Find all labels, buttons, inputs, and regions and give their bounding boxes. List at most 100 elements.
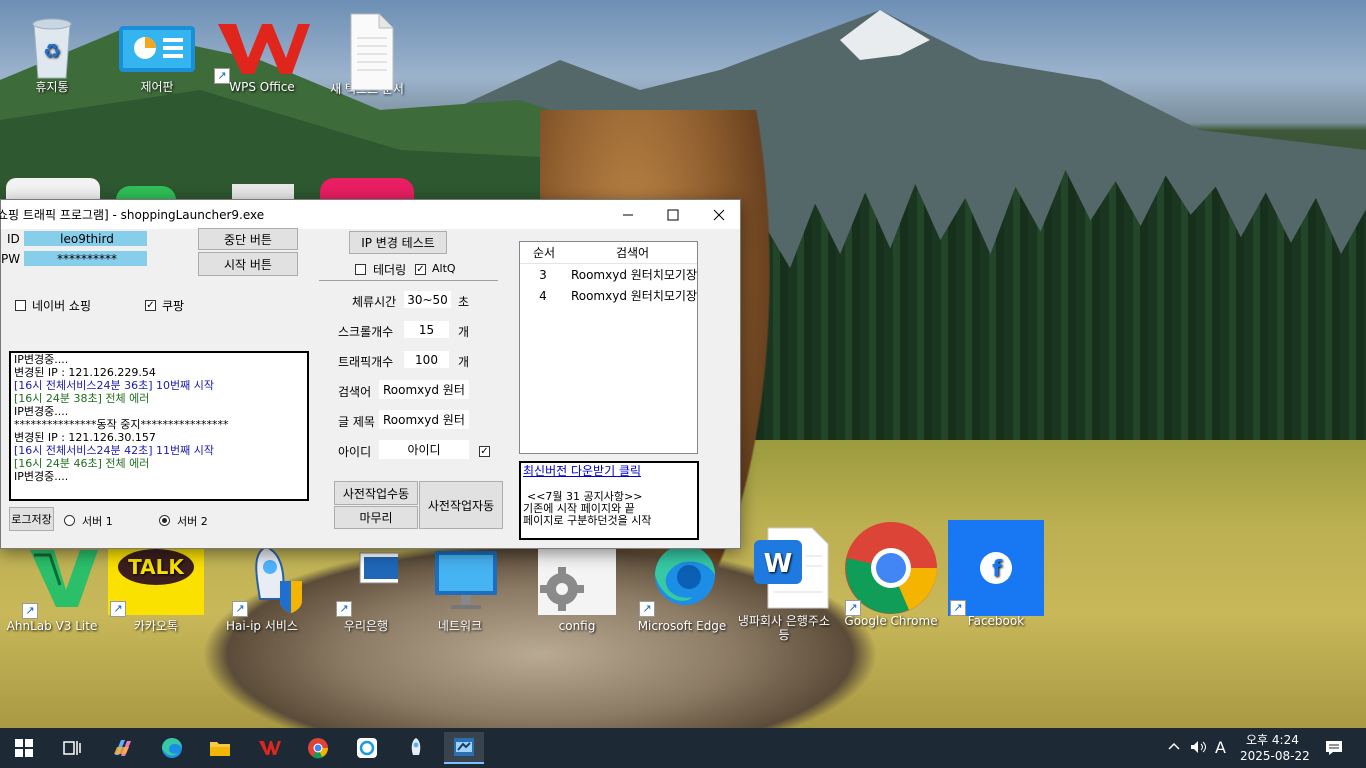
copilot-icon[interactable]	[102, 732, 142, 764]
input-method-indicator[interactable]: A	[1215, 738, 1226, 757]
desktop-icon-recycle-bin[interactable]: ♻ 휴지통	[4, 12, 100, 94]
altq-label: AltQ	[432, 262, 456, 275]
desktop-icon-label: 네트워크	[437, 619, 483, 633]
shopping-launcher-taskbar-icon[interactable]	[444, 732, 484, 764]
list-header: 순서 검색어	[520, 242, 697, 264]
desktop-icon-control-panel[interactable]: 제어판	[109, 12, 205, 94]
desktop-icon-kakaotalk[interactable]: TALK ↗ 카카오톡	[108, 545, 204, 633]
altq-checkbox[interactable]: ✓	[415, 264, 426, 275]
server-2-radio[interactable]	[159, 515, 170, 526]
edge-icon: ↗	[637, 545, 727, 617]
title-bar[interactable]: 쇼핑 트래픽 프로그램] - shoppingLauncher9.exe	[0, 200, 742, 229]
minimize-button[interactable]	[605, 200, 651, 229]
keyword-list[interactable]: 순서 검색어 3 Roomxyd 원터치모기장 4 Roomxyd 원터치모기장	[519, 241, 698, 454]
close-button[interactable]	[696, 200, 742, 229]
log-save-button[interactable]: 로그저장	[9, 507, 54, 531]
tethering-checkbox[interactable]	[355, 264, 366, 275]
id-field[interactable]: leo9third	[24, 231, 147, 246]
desktop-icon-wps-office[interactable]: ↗ WPS Office	[214, 12, 310, 94]
column-header-keyword[interactable]: 검색어	[568, 242, 697, 263]
pre-work-auto-button[interactable]: 사전작업자동	[419, 481, 503, 529]
log-output[interactable]: IP변경중.... 변경된 IP : 121.126.229.54 [16시 전…	[9, 351, 309, 501]
desktop-icon-facebook[interactable]: f ↗ Facebook	[948, 520, 1044, 628]
log-line: [16시 24분 46초] 전체 에러	[14, 457, 150, 470]
desktop-icon-label: config	[558, 619, 596, 633]
desktop-icon-label: AhnLab V3 Lite	[6, 619, 98, 633]
hidden-desktop-icon	[116, 186, 176, 200]
list-item[interactable]: 4 Roomxyd 원터치모기장	[520, 285, 697, 306]
ahnlab-v3-icon: ↗	[20, 545, 98, 619]
log-line: [16시 24분 38초] 전체 에러	[14, 392, 150, 405]
notice-panel: 최신버전 다운받기 클릭 <<7월 31 공지사항>> 기존에 시작 페이지와 …	[519, 461, 699, 540]
account-checkbox[interactable]: ✓	[479, 446, 490, 457]
desktop-icon-config[interactable]: config	[529, 545, 625, 633]
facebook-icon: f ↗	[948, 520, 1044, 616]
traffic-count-unit: 개	[458, 355, 470, 369]
stop-button[interactable]: 중단 버튼	[198, 228, 298, 250]
stay-time-field[interactable]: 30~50	[404, 291, 451, 308]
scroll-count-field[interactable]: 15	[404, 321, 449, 338]
hidden-desktop-icon	[232, 184, 294, 200]
list-item[interactable]: 3 Roomxyd 원터치모기장	[520, 264, 697, 285]
download-latest-link[interactable]: 최신버전 다운받기 클릭	[523, 465, 695, 477]
show-hidden-icons-chevron-icon[interactable]	[1168, 740, 1180, 754]
log-line: [16시 전체서비스24분 36초] 10번째 시작	[14, 379, 214, 392]
start-button[interactable]: 시작 버튼	[198, 252, 298, 276]
desktop-icon-new-text-document[interactable]: 새 텍스트 문서	[319, 12, 415, 96]
divider	[319, 280, 498, 281]
desktop-icon-label: 냉파회사 은행주소등	[737, 614, 831, 642]
shortcut-arrow-icon: ↗	[214, 68, 230, 84]
server-2-label: 서버 2	[177, 515, 208, 528]
pre-work-manual-button[interactable]: 사전작업수동	[334, 481, 418, 505]
woori-bank-icon: ↗	[334, 545, 403, 617]
post-title-field[interactable]: Roomxyd 원터	[379, 410, 469, 429]
desktop-icon-hai-ip[interactable]: ↗ Hai-ip 서비스	[214, 545, 310, 633]
traffic-count-field[interactable]: 100	[404, 351, 449, 368]
control-panel-icon	[115, 12, 199, 76]
desktop-icon-label: 휴지통	[35, 80, 69, 94]
coupang-checkbox[interactable]: ✓	[145, 300, 156, 311]
rocket-app-taskbar-icon[interactable]	[396, 732, 436, 764]
clock-time[interactable]: 오후 4:24	[1246, 731, 1299, 748]
file-explorer-icon[interactable]	[200, 732, 240, 764]
clock-date[interactable]: 2025-08-22	[1240, 749, 1310, 763]
desktop-icon-google-chrome[interactable]: ↗ Google Chrome	[843, 520, 939, 628]
desktop-icon-document[interactable]: W 냉파회사 은행주소등	[738, 526, 838, 642]
column-header-order[interactable]: 순서	[520, 242, 568, 263]
notification-center-icon[interactable]	[1325, 740, 1343, 759]
edge-taskbar-icon[interactable]	[152, 732, 192, 764]
desktop-icon-label: 카카오톡	[133, 619, 179, 633]
list-item-order: 4	[539, 288, 547, 303]
finish-button[interactable]: 마무리	[334, 506, 418, 529]
server-1-radio[interactable]	[64, 515, 75, 526]
naver-shopping-checkbox[interactable]	[15, 300, 26, 311]
desktop-icon-woori-bank[interactable]: ↗ 우리은행	[318, 545, 414, 633]
svg-text:f: f	[992, 557, 1002, 582]
svg-text:TALK: TALK	[128, 555, 185, 579]
desktop-icon-ahnlab[interactable]: ↗ AhnLab V3 Lite	[4, 545, 100, 633]
account-field[interactable]: 아이디	[379, 440, 469, 459]
taskbar: A 오후 4:24 2025-08-22	[0, 728, 1366, 768]
keyword-field[interactable]: Roomxyd 원터	[379, 380, 469, 399]
volume-icon[interactable]	[1190, 740, 1208, 757]
desktop-icon-label: Microsoft Edge	[637, 619, 727, 633]
desktop-icon-microsoft-edge[interactable]: ↗ Microsoft Edge	[634, 545, 730, 633]
hidden-desktop-icon	[6, 178, 100, 200]
desktop-icon-label: Hai-ip 서비스	[226, 619, 298, 633]
naver-shopping-label: 네이버 쇼핑	[32, 299, 92, 313]
list-item-keyword: Roomxyd 원터치모기장	[570, 268, 697, 282]
desktop-icon-label: 우리은행	[343, 619, 389, 633]
ip-change-test-button[interactable]: IP 변경 테스트	[349, 231, 447, 254]
chrome-taskbar-icon[interactable]	[298, 732, 338, 764]
desktop-icon-label: Facebook	[967, 614, 1025, 628]
task-view-icon[interactable]	[52, 732, 92, 764]
traffic-count-label: 트래픽개수	[338, 355, 394, 369]
maximize-button[interactable]	[650, 200, 696, 229]
wps-office-taskbar-icon[interactable]	[250, 732, 290, 764]
recycle-bin-icon: ♻	[20, 12, 84, 79]
desktop-icon-network[interactable]: 네트워크	[412, 545, 508, 633]
pw-field[interactable]: **********	[24, 251, 147, 266]
desktop-icon-label: 제어판	[140, 80, 174, 94]
sync-app-taskbar-icon[interactable]	[347, 732, 387, 764]
start-button-windows-icon[interactable]	[4, 732, 44, 764]
